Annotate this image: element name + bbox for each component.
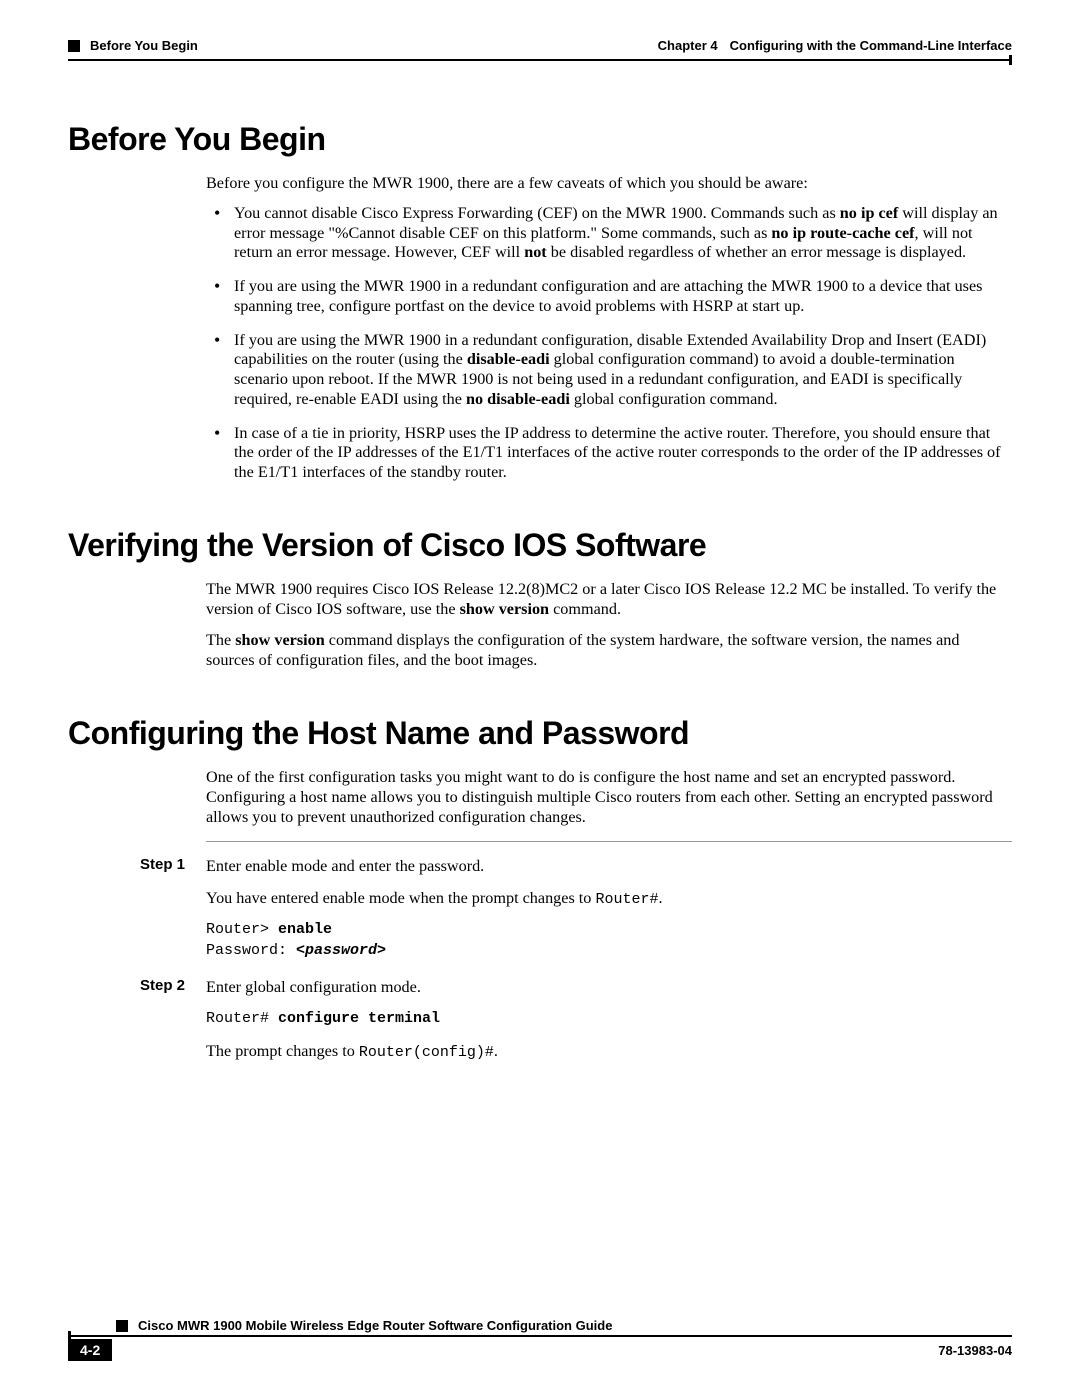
- s1-bullet-3: If you are using the MWR 1900 in a redun…: [206, 331, 1012, 410]
- step-1-body: Enter enable mode and enter the password…: [206, 856, 1012, 961]
- divider: [206, 841, 1012, 842]
- step1-p1: Enter enable mode and enter the password…: [206, 856, 1012, 878]
- step-2-label: Step 2: [140, 977, 188, 1073]
- header-right: Chapter 4 Configuring with the Command-L…: [658, 38, 1012, 53]
- step1-p2: You have entered enable mode when the pr…: [206, 888, 1012, 910]
- s1-bullet-2: If you are using the MWR 1900 in a redun…: [206, 277, 1012, 317]
- section-heading-verifying: Verifying the Version of Cisco IOS Softw…: [68, 527, 1012, 564]
- step1-code-line-2: Password: <password>: [206, 941, 1012, 961]
- s1-bullet-4: In case of a tie in priority, HSRP uses …: [206, 424, 1012, 483]
- footer-guide-title: Cisco MWR 1900 Mobile Wireless Edge Rout…: [138, 1318, 612, 1333]
- page-header: Before You Begin Chapter 4 Configuring w…: [68, 38, 1012, 53]
- step2-p2: The prompt changes to Router(config)#.: [206, 1041, 1012, 1063]
- footer-rule: [68, 1335, 1012, 1337]
- footer-marker-icon: [116, 1320, 128, 1332]
- s1-bullet-1: You cannot disable Cisco Express Forward…: [206, 204, 1012, 263]
- s1-intro: Before you configure the MWR 1900, there…: [206, 174, 1012, 194]
- footer-title-row: Cisco MWR 1900 Mobile Wireless Edge Rout…: [68, 1318, 1012, 1333]
- page-footer: Cisco MWR 1900 Mobile Wireless Edge Rout…: [68, 1318, 1012, 1361]
- step-1-label: Step 1: [140, 856, 188, 961]
- step1-code-line-1: Router> enable: [206, 920, 1012, 940]
- step-2-row: Step 2 Enter global configuration mode. …: [140, 977, 1012, 1073]
- s3-intro: One of the first configuration tasks you…: [206, 768, 1012, 827]
- running-section: Before You Begin: [90, 38, 198, 53]
- chapter-title: Configuring with the Command-Line Interf…: [730, 38, 1012, 53]
- s1-bullets: You cannot disable Cisco Express Forward…: [206, 204, 1012, 483]
- step2-code-line-1: Router# configure terminal: [206, 1009, 1012, 1029]
- section-heading-host-password: Configuring the Host Name and Password: [68, 715, 1012, 752]
- header-marker-icon: [68, 40, 80, 52]
- footer-bottom: 4-2 78-13983-04: [68, 1339, 1012, 1361]
- section-body-s3: One of the first configuration tasks you…: [206, 768, 1012, 1073]
- header-left: Before You Begin: [68, 38, 198, 53]
- header-rule: [68, 59, 1012, 61]
- s2-p1: The MWR 1900 requires Cisco IOS Release …: [206, 580, 1012, 620]
- step2-p1: Enter global configuration mode.: [206, 977, 1012, 999]
- step-1-row: Step 1 Enter enable mode and enter the p…: [140, 856, 1012, 961]
- chapter-number: Chapter 4: [658, 38, 718, 53]
- s2-p2: The show version command displays the co…: [206, 631, 1012, 671]
- section-body-s2: The MWR 1900 requires Cisco IOS Release …: [206, 580, 1012, 671]
- doc-number: 78-13983-04: [938, 1343, 1012, 1358]
- section-body-s1: Before you configure the MWR 1900, there…: [206, 174, 1012, 483]
- section-heading-before-you-begin: Before You Begin: [68, 121, 1012, 158]
- page-number-badge: 4-2: [68, 1339, 112, 1361]
- page: Before You Begin Chapter 4 Configuring w…: [0, 0, 1080, 1397]
- step-2-body: Enter global configuration mode. Router#…: [206, 977, 1012, 1073]
